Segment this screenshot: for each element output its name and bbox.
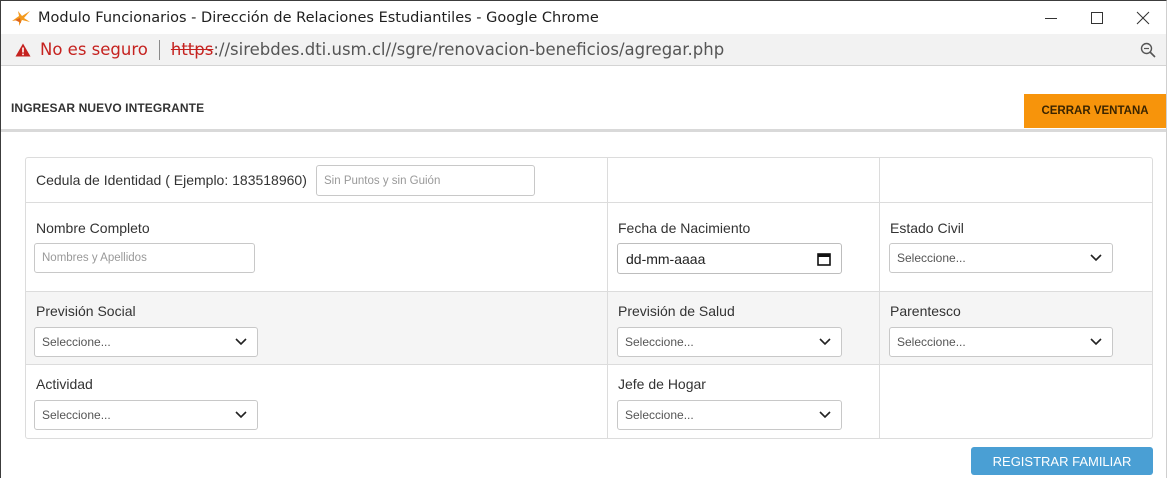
activity-label: Actividad <box>36 376 93 392</box>
chevron-down-icon <box>819 338 831 346</box>
activity-select[interactable]: Seleccione... <box>34 400 258 430</box>
chevron-down-icon <box>1090 254 1102 262</box>
address-bar[interactable]: No es seguro https://sirebdes.dti.usm.cl… <box>1 34 1166 66</box>
civil-status-select[interactable]: Seleccione... <box>889 243 1113 273</box>
form-cell <box>880 365 1152 438</box>
app-logo-icon <box>12 10 30 26</box>
form-row: Actividad Seleccione... Jefe de Hogar Se… <box>26 365 1152 438</box>
civil-status-value: Seleccione... <box>897 251 966 265</box>
form-cell: Previsión Social Seleccione... <box>26 292 608 364</box>
social-insurance-select[interactable]: Seleccione... <box>34 327 258 357</box>
activity-value: Seleccione... <box>42 408 111 422</box>
form-cell: Jefe de Hogar Seleccione... <box>608 365 880 438</box>
health-insurance-select[interactable]: Seleccione... <box>617 327 842 357</box>
form-cell: Actividad Seleccione... <box>26 365 608 438</box>
name-input[interactable]: Nombres y Apellidos <box>34 243 255 273</box>
name-label: Nombre Completo <box>36 220 150 236</box>
civil-status-label: Estado Civil <box>890 220 964 236</box>
minimize-icon <box>1045 17 1057 19</box>
form-cell: Cedula de Identidad ( Ejemplo: 183518960… <box>26 158 608 202</box>
url-text[interactable]: https://sirebdes.dti.usm.cl//sgre/renova… <box>171 40 724 59</box>
page-title: INGRESAR NUEVO INTEGRANTE <box>11 101 205 115</box>
health-insurance-label: Previsión de Salud <box>618 303 735 319</box>
maximize-button[interactable] <box>1074 1 1120 34</box>
member-form: Cedula de Identidad ( Ejemplo: 183518960… <box>25 157 1153 439</box>
form-cell: Estado Civil Seleccione... <box>880 203 1152 291</box>
address-separator <box>158 39 160 60</box>
household-head-select[interactable]: Seleccione... <box>617 400 842 430</box>
browser-window: Modulo Funcionarios - Dirección de Relac… <box>0 0 1167 478</box>
form-row: Nombre Completo Nombres y Apellidos Fech… <box>26 203 1152 292</box>
relationship-value: Seleccione... <box>897 335 966 349</box>
rut-label: Cedula de Identidad ( Ejemplo: 183518960… <box>36 172 307 188</box>
relationship-label: Parentesco <box>890 303 961 319</box>
title-bar: Modulo Funcionarios - Dirección de Relac… <box>1 1 1166 34</box>
form-cell: Parentesco Seleccione... <box>880 292 1152 364</box>
form-cell: Nombre Completo Nombres y Apellidos <box>26 203 608 291</box>
form-row: Previsión Social Seleccione... Previsión… <box>26 292 1152 365</box>
url-path: ://sirebdes.dti.usm.cl//sgre/renovacion-… <box>213 40 725 59</box>
form-cell <box>608 158 880 202</box>
chevron-down-icon <box>1090 338 1102 346</box>
close-button[interactable] <box>1120 1 1166 34</box>
close-icon <box>1136 11 1150 24</box>
rut-input[interactable]: Sin Puntos y sin Guión <box>316 165 535 196</box>
page-header: INGRESAR NUEVO INTEGRANTE CERRAR VENTANA <box>1 67 1166 130</box>
calendar-icon[interactable] <box>817 252 831 266</box>
security-status[interactable]: No es seguro <box>40 40 148 59</box>
warning-triangle-icon <box>15 43 31 56</box>
url-scheme: https <box>170 40 214 59</box>
form-cell <box>880 158 1152 202</box>
window-controls <box>1028 1 1166 34</box>
birth-date-input[interactable]: dd-mm-aaaa <box>617 243 842 274</box>
register-family-button[interactable]: REGISTRAR FAMILIAR <box>971 447 1153 475</box>
chevron-down-icon <box>235 338 247 346</box>
header-divider <box>1 129 1166 132</box>
chevron-down-icon <box>819 411 831 419</box>
social-insurance-label: Previsión Social <box>36 303 136 319</box>
household-head-label: Jefe de Hogar <box>618 376 706 392</box>
close-window-button[interactable]: CERRAR VENTANA <box>1024 94 1166 128</box>
birth-date-label: Fecha de Nacimiento <box>618 220 751 236</box>
form-row: Cedula de Identidad ( Ejemplo: 183518960… <box>26 158 1152 203</box>
chevron-down-icon <box>235 411 247 419</box>
minimize-button[interactable] <box>1028 1 1074 34</box>
relationship-select[interactable]: Seleccione... <box>889 327 1113 357</box>
window-title: Modulo Funcionarios - Dirección de Relac… <box>38 9 599 26</box>
health-insurance-value: Seleccione... <box>625 335 694 349</box>
maximize-icon <box>1091 11 1103 24</box>
birth-date-value: dd-mm-aaaa <box>626 250 706 267</box>
zoom-icon[interactable] <box>1140 42 1156 58</box>
social-insurance-value: Seleccione... <box>42 335 111 349</box>
household-head-value: Seleccione... <box>625 408 694 422</box>
form-cell: Previsión de Salud Seleccione... <box>608 292 880 364</box>
form-cell: Fecha de Nacimiento dd-mm-aaaa <box>608 203 880 291</box>
